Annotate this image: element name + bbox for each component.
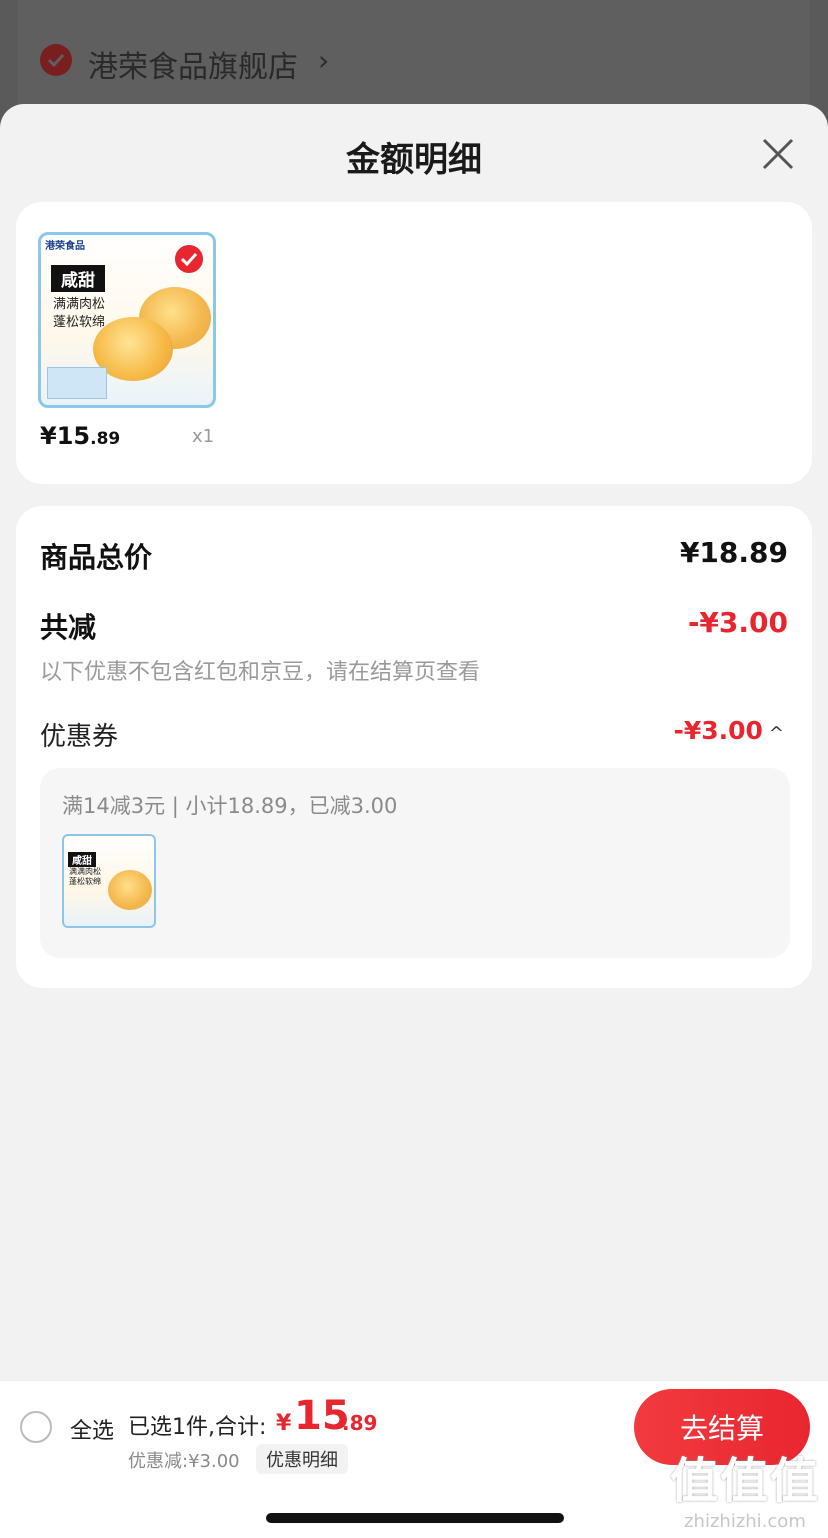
total-amount-dec: .89 bbox=[342, 1411, 378, 1435]
select-all-radio[interactable] bbox=[20, 1411, 52, 1443]
product-desc-line2: 蓬松软绵 bbox=[53, 315, 106, 330]
total-currency: ¥ bbox=[276, 1411, 292, 1436]
chevron-up-icon: ^ bbox=[768, 723, 784, 744]
coupon-info: 满14减3元 | 小计18.89，已减3.00 bbox=[62, 794, 398, 818]
close-icon[interactable] bbox=[758, 134, 798, 174]
select-all-label[interactable]: 全选 bbox=[70, 1413, 114, 1445]
product-card: 港荣食品 咸甜 满满肉松 蓬松软绵 ¥15.89 x1 bbox=[16, 202, 812, 484]
coupon-product-thumbnail[interactable]: 咸甜 满满肉松 蓬松软绵 bbox=[62, 834, 156, 928]
watermark-logo: 值值值 bbox=[669, 1453, 820, 1509]
store-check-icon bbox=[40, 44, 72, 76]
coupon-detail-box: 满14减3元 | 小计18.89，已减3.00 咸甜 满满肉松 蓬松软绵 bbox=[40, 768, 790, 958]
reduce-label: 共减 bbox=[40, 611, 97, 644]
package-graphic bbox=[47, 367, 107, 399]
watermark-url: zhizhizhi.com bbox=[684, 1511, 806, 1532]
sheet-title: 金额明细 bbox=[346, 140, 482, 180]
product-price: ¥15.89 bbox=[40, 422, 121, 450]
reduce-value: -¥3.00 bbox=[687, 606, 788, 639]
product-desc-line1: 满满肉松 bbox=[53, 297, 106, 312]
home-indicator[interactable] bbox=[266, 1513, 564, 1523]
selected-count-text: 已选1件,合计: bbox=[128, 1415, 267, 1440]
thumb-desc-line2: 蓬松软绵 bbox=[69, 877, 101, 886]
store-name: 港荣食品旗舰店 bbox=[88, 50, 298, 85]
watermark: 值值值 zhizhizhi.com bbox=[670, 1441, 820, 1532]
bun-graphic bbox=[108, 870, 152, 910]
amount-detail-sheet: 金额明细 港荣食品 咸甜 满满肉松 蓬松软绵 ¥15.89 x1 商品总价 ¥1… bbox=[0, 104, 828, 1538]
discount-detail-button[interactable]: 优惠明细 bbox=[256, 1444, 348, 1474]
thumb-tag: 咸甜 bbox=[68, 852, 96, 867]
coupon-toggle[interactable]: -¥3.00 ^ bbox=[673, 716, 784, 745]
product-tag: 咸甜 bbox=[51, 265, 105, 292]
total-label: 商品总价 bbox=[40, 541, 153, 574]
coupon-value: -¥3.00 bbox=[673, 716, 763, 745]
product-brand: 港荣食品 bbox=[45, 241, 85, 252]
selected-check-icon[interactable] bbox=[173, 243, 205, 275]
product-quantity: x1 bbox=[192, 426, 215, 447]
background-store-header: 港荣食品旗舰店 › bbox=[18, 0, 810, 120]
chevron-right-icon: › bbox=[318, 44, 330, 77]
total-value: ¥18.89 bbox=[679, 536, 788, 569]
product-image[interactable]: 港荣食品 咸甜 满满肉松 蓬松软绵 bbox=[38, 232, 216, 408]
coupon-label: 优惠券 bbox=[40, 722, 119, 752]
discount-note: 以下优惠不包含红包和京豆，请在结算页查看 bbox=[40, 660, 481, 685]
summary-card: 商品总价 ¥18.89 共减 -¥3.00 以下优惠不包含红包和京豆，请在结算页… bbox=[16, 506, 812, 988]
discount-text: 优惠减:¥3.00 bbox=[128, 1451, 240, 1472]
